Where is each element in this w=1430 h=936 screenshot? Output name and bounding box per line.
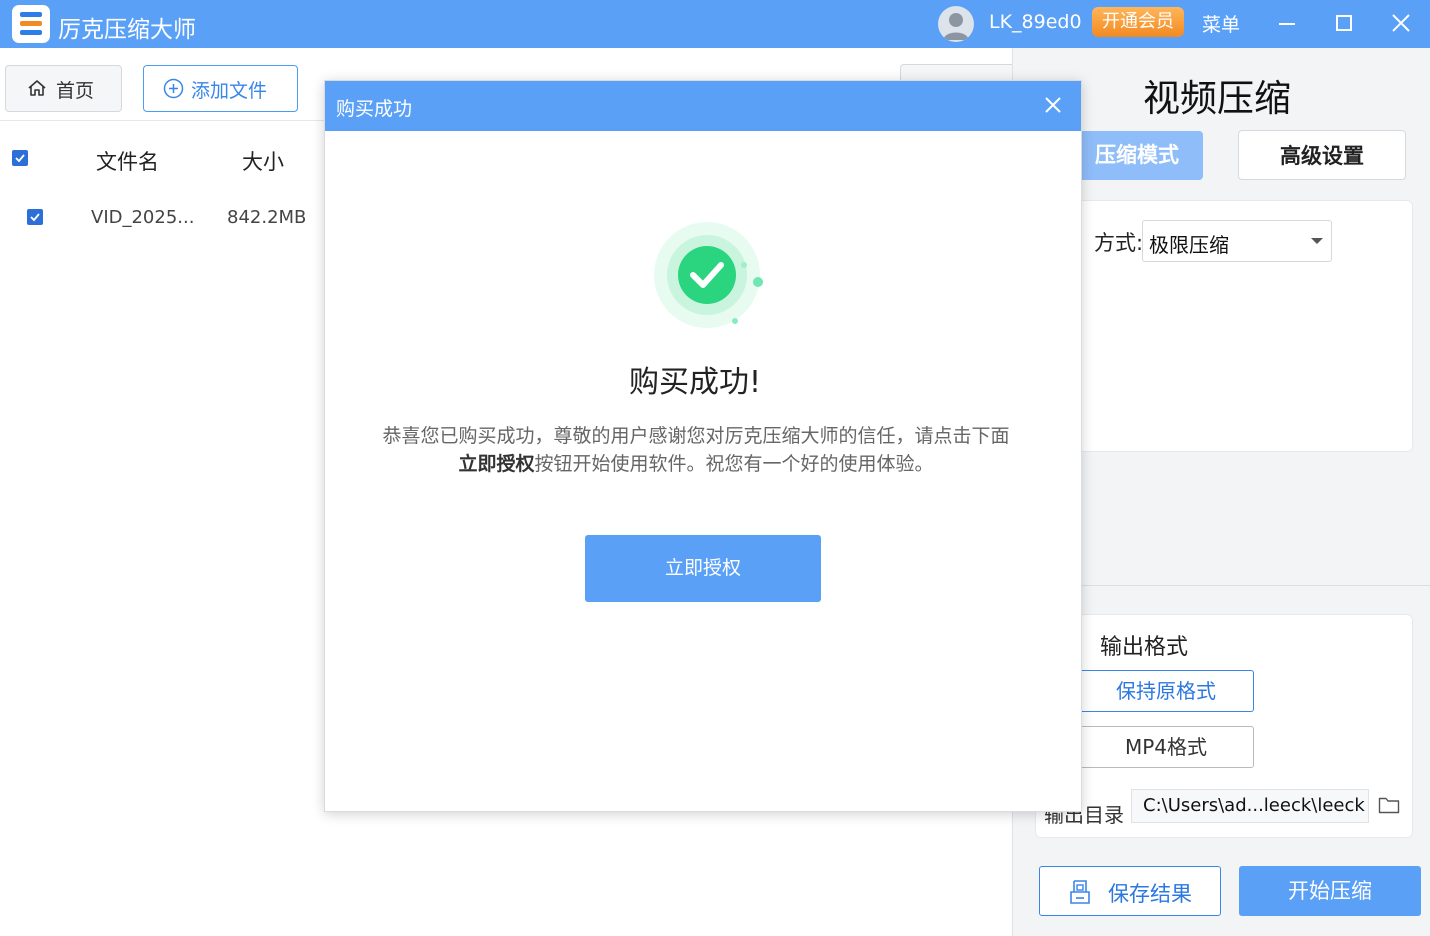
home-button[interactable]: 首页 <box>5 65 122 112</box>
success-message: 恭喜您已购买成功，尊敬的用户感谢您对厉克压缩大师的信任，请点击下面 立即授权按钮… <box>381 422 1011 478</box>
add-file-label: 添加文件 <box>191 80 268 102</box>
folder-icon[interactable] <box>1378 796 1400 814</box>
mode-select-value: 极限压缩 <box>1149 233 1229 257</box>
dialog-header: 购买成功 <box>325 81 1081 131</box>
message-text-2: 按钮开始使用软件。祝您有一个好的使用体验。 <box>534 453 934 475</box>
format-mp4[interactable]: MP4格式 <box>1078 726 1254 768</box>
mode-label: 方式: <box>1094 231 1144 255</box>
save-icon <box>1070 880 1090 904</box>
dialog-title: 购买成功 <box>336 98 413 120</box>
user-icon <box>943 13 969 40</box>
output-format-title: 输出格式 <box>1100 635 1189 660</box>
minimize-button[interactable] <box>1270 7 1304 41</box>
format-keep-original[interactable]: 保持原格式 <box>1078 670 1254 712</box>
output-dir-input[interactable]: C:\Users\ad...leeck\leeck <box>1131 789 1369 823</box>
vip-button[interactable]: 开通会员 <box>1092 7 1184 37</box>
column-header-size[interactable]: 大小 <box>242 146 284 176</box>
mode-settings-box: 方式: 极限压缩 <box>1035 200 1413 452</box>
home-icon <box>28 80 46 96</box>
chevron-down-icon <box>1311 238 1323 244</box>
tab-advanced-settings[interactable]: 高级设置 <box>1238 130 1406 180</box>
user-avatar[interactable] <box>938 6 974 42</box>
panel-title: 视频压缩 <box>1143 77 1291 120</box>
check-icon <box>30 213 40 222</box>
file-list-header: 文件名 大小 <box>0 122 330 196</box>
add-file-button[interactable]: 添加文件 <box>143 65 298 112</box>
authorize-now-button[interactable]: 立即授权 <box>585 535 821 602</box>
message-highlight: 立即授权 <box>458 453 535 475</box>
mode-select[interactable]: 极限压缩 <box>1142 220 1332 262</box>
file-checkbox[interactable] <box>27 209 43 225</box>
column-header-name[interactable]: 文件名 <box>96 146 159 176</box>
file-row[interactable]: VID_2025... 842.2MB <box>0 196 330 240</box>
app-logo <box>12 5 50 43</box>
output-settings-box: 输出格式 保持原格式 MP4格式 输出目录 C:\Users\ad...leec… <box>1035 614 1413 838</box>
minimize-icon <box>1279 23 1295 25</box>
success-check-icon <box>654 222 763 328</box>
menu-button[interactable]: 菜单 <box>1202 10 1240 37</box>
home-label: 首页 <box>56 80 95 102</box>
close-button[interactable] <box>1384 7 1418 41</box>
check-icon <box>15 154 25 163</box>
select-all-checkbox[interactable] <box>12 150 28 166</box>
success-heading: 购买成功! <box>628 365 762 400</box>
message-text-1: 恭喜您已购买成功，尊敬的用户感谢您对厉克压缩大师的信任，请点击下面 <box>382 425 1010 447</box>
maximize-icon <box>1336 15 1352 31</box>
add-circle-icon <box>163 78 184 99</box>
purchase-success-dialog: 购买成功 购买成功! 恭喜您已购买成功，尊敬的用户感谢您对厉克压缩大师的信任，请… <box>324 80 1082 812</box>
file-size: 842.2MB <box>227 207 307 228</box>
save-result-label: 保存结果 <box>1108 882 1192 906</box>
maximize-button[interactable] <box>1327 7 1361 41</box>
user-name[interactable]: LK_89ed0 <box>989 11 1082 33</box>
start-compress-button[interactable]: 开始压缩 <box>1239 866 1421 916</box>
title-bar: 厉克压缩大师 LK_89ed0 开通会员 菜单 <box>0 0 1430 48</box>
save-result-button[interactable]: 保存结果 <box>1039 866 1221 916</box>
app-title: 厉克压缩大师 <box>58 17 196 43</box>
file-name: VID_2025... <box>91 207 195 228</box>
close-icon[interactable] <box>1041 93 1065 117</box>
close-icon <box>1392 14 1410 32</box>
